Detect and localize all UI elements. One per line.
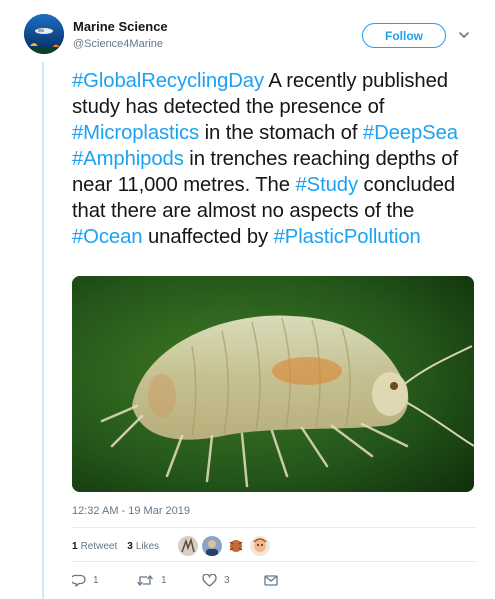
likes-stat-count: 3 [127,541,133,552]
likes-stat[interactable]: 3 Likes [127,541,159,552]
retweet-stat[interactable]: 1 Retweet [72,541,117,552]
tweet-text-segment: unaffected by [142,226,274,248]
retweet-count: 1 [161,575,167,586]
avatar[interactable] [24,14,64,54]
tweet-text: #GlobalRecyclingDay A recently published… [72,68,477,250]
engagement-stats: 1 Retweet 3 Likes [72,541,169,552]
liker-avatar[interactable] [250,536,270,556]
reply-button[interactable]: 1 [72,574,136,587]
reply-icon [72,574,86,587]
diver-avatar-icon [24,14,64,54]
heart-icon [202,574,217,587]
follow-button[interactable]: Follow [362,23,446,48]
tweet-media-image[interactable] [72,276,474,492]
hashtag-link[interactable]: #Study [295,174,358,196]
divider [72,561,477,562]
hashtag-link[interactable]: #Ocean [72,226,143,248]
thread-line [42,62,44,599]
chevron-down-icon[interactable] [458,30,470,40]
liker-avatar[interactable] [226,536,246,556]
hashtag-link[interactable]: #GlobalRecyclingDay [72,70,264,92]
tweet-text-segment: in the stomach of [199,122,363,144]
hashtag-link[interactable]: #DeepSea [363,122,458,144]
author-block[interactable]: Marine Science @Science4Marine [73,19,168,51]
tweet-actions: 1 1 3 [72,574,278,587]
like-button[interactable]: 3 [202,574,264,587]
author-name[interactable]: Marine Science [73,19,168,35]
author-handle[interactable]: @Science4Marine [73,37,168,51]
likes-stat-label: Likes [135,541,160,552]
direct-message-button[interactable] [264,575,278,586]
retweet-button[interactable]: 1 [136,574,202,587]
hashtag-link[interactable]: #PlasticPollution [274,226,421,248]
retweet-icon [137,574,153,587]
tweet-timestamp[interactable]: 12:32 AM - 19 Mar 2019 [72,505,190,517]
retweet-stat-count: 1 [72,541,78,552]
liker-avatars [178,536,274,556]
divider [72,527,477,528]
hashtag-link[interactable]: #Amphipods [72,148,184,170]
like-count: 3 [224,575,230,586]
hashtag-link[interactable]: #Microplastics [72,122,199,144]
reply-count: 1 [93,575,99,586]
retweet-stat-label: Retweet [80,541,118,552]
liker-avatar[interactable] [202,536,222,556]
envelope-icon [264,575,278,586]
amphipod-photo [72,276,474,492]
liker-avatar[interactable] [178,536,198,556]
